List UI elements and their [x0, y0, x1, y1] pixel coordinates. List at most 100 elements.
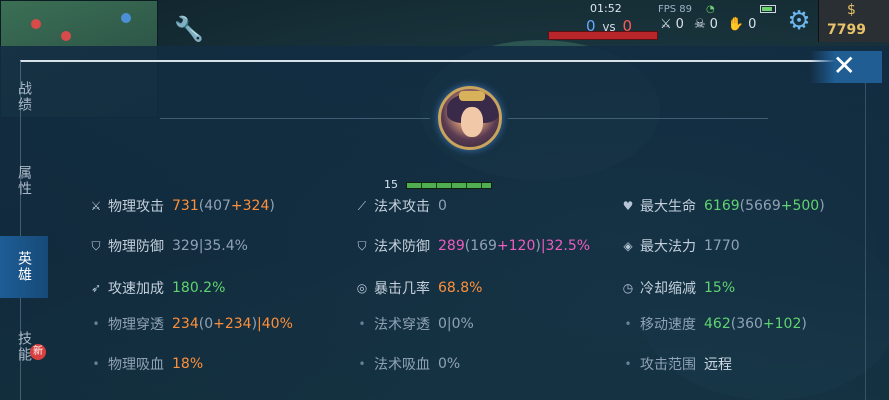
sword-icon: ⚔: [90, 199, 102, 213]
dot-icon: •: [624, 357, 632, 371]
stat-value: 0|0%: [438, 316, 474, 332]
stat-magic-attack: ⟋ 法术攻击 0: [354, 196, 447, 216]
stat-name: 最大法力: [640, 239, 696, 255]
gold-value: 7799: [827, 22, 866, 38]
minimap-enemy-marker: [61, 31, 71, 41]
stat-magic-lifesteal: • 法术吸血 0%: [354, 354, 460, 374]
wifi-icon: ◔: [706, 4, 715, 15]
kills-stat: ⚔ 0: [660, 17, 684, 32]
deaths-stat: ☠ 0: [694, 17, 718, 32]
stat-base: (407: [198, 198, 231, 214]
minimap-ally-marker: [121, 13, 131, 23]
stat-name: 法术防御: [374, 239, 430, 255]
heart-icon: ♥: [622, 199, 634, 213]
hero-health-bar: [406, 182, 492, 189]
assists-stat: ✋ 0: [728, 17, 756, 32]
tab-hero[interactable]: 英雄: [0, 236, 48, 298]
stat-name: 物理穿透: [108, 317, 164, 333]
hand-icon: ✋: [727, 17, 745, 32]
divider: [160, 118, 430, 119]
stat-value: 68.8%: [438, 280, 483, 296]
battery-icon: [760, 5, 776, 13]
stat-physical-lifesteal: • 物理吸血 18%: [88, 354, 203, 374]
stat-name: 物理攻击: [108, 199, 164, 215]
stat-bonus: +234: [213, 316, 252, 332]
stat-value: 462: [704, 316, 731, 332]
kills-value: 0: [675, 17, 684, 32]
tab-label: 战绩: [16, 81, 32, 113]
dot-icon: •: [624, 317, 632, 331]
tab-label: 属性: [16, 165, 32, 197]
side-tabs: 战绩 属性 英雄 技能 新: [0, 66, 48, 400]
gear-icon[interactable]: ⚙: [784, 6, 814, 36]
hero-level: 15: [384, 178, 398, 191]
cooldown-icon: ◷: [622, 281, 634, 295]
stat-attack-range: • 攻击范围 远程: [620, 354, 732, 374]
sword-icon: ⚔: [660, 17, 672, 32]
divider: [508, 118, 768, 119]
stat-base: (5669: [739, 198, 781, 214]
stat-physical-attack: ⚔ 物理攻击 731 (407 +324): [88, 196, 275, 216]
stat-base: (169: [464, 238, 497, 254]
stat-close: ): [801, 316, 807, 332]
gold-counter[interactable]: $ 7799: [818, 0, 889, 42]
stat-value: 6169: [704, 198, 740, 214]
gold-icon: $: [847, 2, 856, 18]
stat-name: 法术吸血: [374, 357, 430, 373]
tab-record[interactable]: 战绩: [0, 66, 48, 128]
attack-speed-icon: ➶: [90, 281, 102, 295]
stat-cooldown-reduction: ◷ 冷却缩减 15%: [620, 278, 735, 298]
stat-value: 329|35.4%: [172, 238, 248, 254]
stat-bonus: +102: [762, 316, 802, 332]
stat-base: (0: [198, 316, 214, 332]
stat-name: 移动速度: [640, 317, 696, 333]
top-hud: 🔧 01:52 FPS 89 ◔ 0 vs 0 ⚔ 0 ☠ 0 ✋ 0 ⚙ $ 779…: [0, 0, 889, 118]
tab-label: 英雄: [16, 251, 32, 283]
hero-portrait: [438, 86, 502, 150]
dot-icon: •: [358, 357, 366, 371]
stat-name: 冷却缩减: [640, 281, 696, 297]
stat-value: 1770: [704, 238, 740, 254]
stat-close: ): [819, 198, 825, 214]
stat-name: 最大生命: [640, 199, 696, 215]
stat-physical-penetration: • 物理穿透 234 (0 +234) |40%: [88, 314, 293, 334]
deaths-value: 0: [709, 17, 718, 32]
stat-magic-penetration: • 法术穿透 0|0%: [354, 314, 474, 334]
stat-value: 289: [438, 238, 465, 254]
stat-close: ): [269, 198, 275, 214]
assists-value: 0: [748, 17, 757, 32]
stat-value: 180.2%: [172, 280, 226, 296]
wand-icon: ⟋: [357, 198, 367, 213]
stat-move-speed: • 移动速度 462 (360 +102): [620, 314, 807, 334]
stat-value: 234: [172, 316, 199, 332]
stat-value: 0: [438, 198, 447, 214]
dot-icon: •: [92, 317, 100, 331]
tab-attributes[interactable]: 属性: [0, 150, 48, 212]
skull-icon: ☠: [693, 17, 706, 32]
score-bar: [548, 31, 658, 40]
stat-max-health: ♥ 最大生命 6169 (5669 +500): [620, 196, 825, 216]
stat-name: 暴击几率: [374, 281, 430, 297]
stat-value: 731: [172, 198, 199, 214]
shield-icon: ⛉: [91, 238, 101, 253]
minimap-enemy-marker: [31, 19, 41, 29]
stat-value: 0%: [438, 356, 461, 372]
new-badge: 新: [30, 344, 46, 360]
stat-extra: |40%: [257, 316, 293, 332]
stat-name: 物理防御: [108, 239, 164, 255]
stat-name: 攻击范围: [640, 357, 696, 373]
fps-counter: FPS 89: [658, 4, 693, 15]
mana-drop-icon: ◈: [623, 239, 633, 253]
stat-value: 远程: [704, 357, 732, 373]
stat-magic-defense: ⛉ 法术防御 289 (169 +120) |32.5%: [354, 236, 590, 256]
stat-crit-chance: ◎ 暴击几率 68.8%: [354, 278, 483, 298]
wrench-icon[interactable]: 🔧: [174, 14, 204, 44]
dot-icon: •: [92, 357, 100, 371]
close-button[interactable]: ✕: [810, 51, 882, 83]
stat-bonus: +324: [230, 198, 270, 214]
crit-icon: ◎: [356, 281, 368, 295]
stat-bonus: +500: [780, 198, 820, 214]
match-time: 01:52: [590, 2, 622, 15]
stat-extra: |32.5%: [540, 238, 591, 254]
stat-value: 15%: [704, 280, 736, 296]
